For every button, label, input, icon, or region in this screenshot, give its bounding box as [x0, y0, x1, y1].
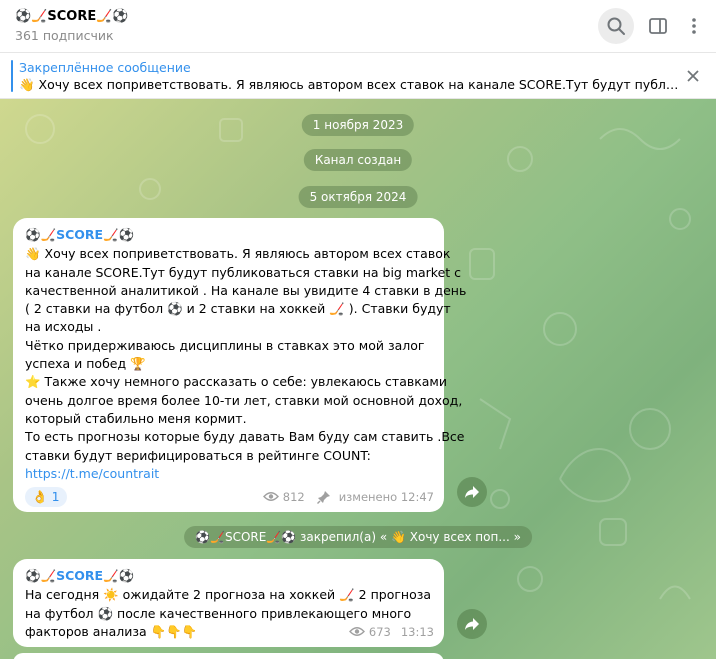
- share-arrow-icon: [465, 618, 479, 630]
- share-button[interactable]: [457, 477, 487, 507]
- message-time: 13:13: [400, 624, 434, 639]
- message-bubble[interactable]: ⚽🏒SCORE🏒⚽ На сегодня ☀️ ожидайте 2 прогн…: [13, 559, 444, 647]
- message-bubble-partial[interactable]: [13, 653, 444, 659]
- date-separator: 5 октября 2024: [298, 186, 418, 208]
- share-button[interactable]: [457, 609, 487, 639]
- reaction-chip[interactable]: 👌 1: [25, 487, 67, 508]
- message-text-line: качественной аналитикой . На канале вы у…: [25, 282, 467, 298]
- message-text-line: очень долгое время более 10-ти лет, став…: [25, 392, 463, 408]
- channel-title: ⚽🏒SCORE🏒⚽: [15, 9, 129, 24]
- message-text-line: который стабильно меня кормит.: [25, 410, 247, 426]
- message-text-line: ставки будут верифицироваться в рейтинге…: [25, 447, 371, 463]
- search-icon: [607, 17, 625, 35]
- channel-info[interactable]: ⚽🏒SCORE🏒⚽ 361 подписчик: [15, 9, 592, 43]
- message-text-line: на исходы .: [25, 319, 102, 335]
- close-pinned-button[interactable]: [678, 61, 708, 91]
- sidebar-toggle-button[interactable]: [640, 8, 676, 44]
- close-icon: [687, 70, 699, 82]
- message-text-line: ⭐ Также хочу немного рассказать о себе: …: [25, 374, 447, 390]
- subscriber-count: 361 подписчик: [15, 28, 114, 43]
- channel-created-notice: Канал создан: [303, 149, 413, 171]
- eye-icon: [262, 492, 279, 502]
- pinned-text: 👋 Хочу всех поприветствовать. Я являюсь …: [19, 76, 678, 92]
- message-text-line: на футбол ⚽ после качественного привлека…: [25, 605, 412, 621]
- sidebar-toggle-icon: [649, 18, 667, 34]
- reaction-emoji: 👌: [32, 489, 48, 505]
- pin-icon: [316, 490, 330, 504]
- view-count: 812: [282, 489, 305, 504]
- message-bubble[interactable]: ⚽🏒SCORE🏒⚽ 👋 Хочу всех поприветствовать. …: [13, 218, 467, 512]
- message-text-line: На сегодня ☀️ ожидайте 2 прогноза на хок…: [25, 587, 432, 603]
- message-text-line: То есть прогнозы которые буду давать Вам…: [25, 429, 465, 445]
- search-button[interactable]: [598, 8, 634, 44]
- chat-header[interactable]: ⚽🏒SCORE🏒⚽ 361 подписчик: [0, 0, 716, 53]
- message-text-line: 👋 Хочу всех поприветствовать. Я являюсь …: [25, 246, 451, 262]
- message-text-line: успеха и побед 🏆: [25, 356, 146, 372]
- more-button[interactable]: [682, 8, 706, 44]
- message-text-line: на канале SCORE.Тут будут публиковаться …: [25, 264, 462, 280]
- edited-time: изменено 12:47: [338, 489, 434, 504]
- share-arrow-icon: [465, 486, 479, 498]
- eye-icon: [348, 627, 365, 637]
- message-author[interactable]: ⚽🏒SCORE🏒⚽: [25, 567, 434, 585]
- pinned-label: Закреплённое сообщение: [19, 59, 191, 75]
- more-vertical-icon: [692, 18, 696, 34]
- message-meta: 812 изменено 12:47: [262, 488, 434, 506]
- chat-area[interactable]: 1 ноября 2023 Канал создан 5 октября 202…: [0, 99, 716, 659]
- pinned-service-message[interactable]: ⚽🏒SCORE🏒⚽ закрепил(а) « 👋 Хочу всех поп.…: [184, 526, 532, 548]
- message-meta: 673 13:13: [348, 623, 434, 641]
- reaction-count: 1: [51, 489, 60, 505]
- pinned-message-bar[interactable]: Закреплённое сообщение 👋 Хочу всех попри…: [0, 54, 716, 99]
- message-text-line: ( 2 ставки на футбол ⚽ и 2 ставки на хок…: [25, 301, 451, 317]
- message-text-line: Чётко придерживаюсь дисциплины в ставках…: [25, 337, 425, 353]
- view-count: 673: [368, 624, 391, 639]
- message-author[interactable]: ⚽🏒SCORE🏒⚽: [25, 226, 434, 244]
- message-link[interactable]: https://t.me/countrait: [25, 465, 434, 483]
- date-separator: 1 ноября 2023: [301, 114, 415, 136]
